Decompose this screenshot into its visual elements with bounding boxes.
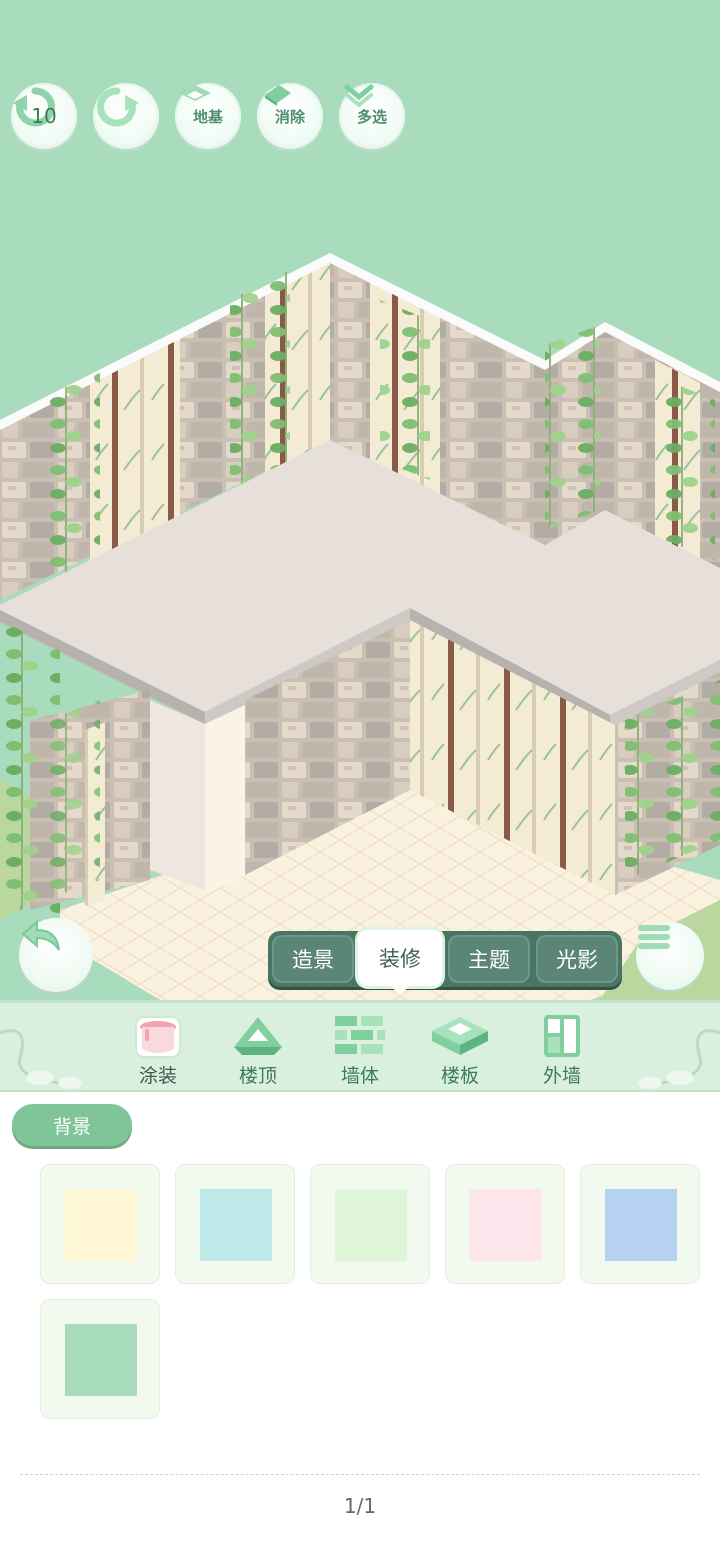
category-wall-label: 墙体	[340, 1065, 379, 1087]
category-roof[interactable]: 楼顶	[218, 1013, 298, 1091]
redo-icon	[97, 87, 139, 127]
swatch-item[interactable]	[445, 1164, 565, 1284]
back-button[interactable]	[19, 918, 93, 992]
erase-button[interactable]: 消除	[257, 83, 323, 149]
paint-bucket-icon	[135, 1016, 181, 1058]
exterior-wall-icon	[544, 1015, 580, 1057]
back-arrow-icon	[21, 919, 60, 951]
swatch-color	[605, 1189, 677, 1261]
mode-tab-bar: 造景 装修 主题 光影	[268, 930, 622, 996]
swatch-color	[200, 1189, 272, 1261]
multi-select-label: 多选	[356, 108, 387, 126]
tab-theme[interactable]: 主题	[448, 935, 530, 983]
tab-decoration[interactable]: 装修	[358, 930, 442, 996]
swatch-item[interactable]	[40, 1164, 160, 1284]
category-exterior-wall[interactable]: 外墙	[522, 1013, 602, 1091]
foundation-button[interactable]: 地基	[175, 83, 241, 149]
undo-count: 10	[31, 104, 57, 128]
divider	[20, 1474, 700, 1475]
swatch-color	[65, 1189, 137, 1261]
category-paint-label: 涂装	[138, 1065, 177, 1087]
tab-landscape[interactable]: 造景	[272, 935, 354, 983]
roof-icon	[234, 1017, 282, 1055]
category-wall[interactable]: 墙体	[320, 1013, 400, 1091]
eraser-icon	[265, 85, 291, 106]
swatch-color	[65, 1324, 137, 1396]
page-indicator: 1/1	[343, 1494, 377, 1518]
undo-button[interactable]: 10	[11, 83, 77, 149]
brick-wall-icon	[335, 1016, 385, 1054]
category-roof-label: 楼顶	[238, 1065, 277, 1087]
erase-label: 消除	[274, 108, 305, 126]
swatch-item[interactable]	[310, 1164, 430, 1284]
swatch-item[interactable]	[40, 1299, 160, 1419]
swatch-item[interactable]	[175, 1164, 295, 1284]
foundation-icon	[179, 85, 211, 101]
category-bar: 涂装 楼顶 墙体 楼板 外墙	[0, 1000, 720, 1092]
multi-select-button[interactable]: 多选	[339, 83, 405, 149]
foundation-label: 地基	[192, 108, 223, 126]
game-scene[interactable]: 10 地基 消除 多选 造景 装修 主题 光影	[0, 0, 720, 1000]
category-floor[interactable]: 楼板	[420, 1013, 500, 1091]
floor-slab-icon	[432, 1017, 488, 1055]
swatch-item[interactable]	[580, 1164, 700, 1284]
check-icon	[344, 84, 374, 107]
category-floor-label: 楼板	[440, 1065, 479, 1087]
category-exterior-wall-label: 外墙	[542, 1065, 581, 1087]
redo-button[interactable]	[93, 83, 159, 149]
swatch-color	[335, 1189, 407, 1261]
swatch-color	[470, 1189, 542, 1261]
isometric-room	[0, 253, 720, 1000]
menu-button[interactable]	[636, 922, 704, 990]
category-paint[interactable]: 涂装	[118, 1013, 198, 1091]
tab-lighting[interactable]: 光影	[536, 935, 618, 983]
background-filter-pill[interactable]: 背景	[12, 1104, 132, 1146]
hamburger-menu-icon	[638, 925, 670, 949]
